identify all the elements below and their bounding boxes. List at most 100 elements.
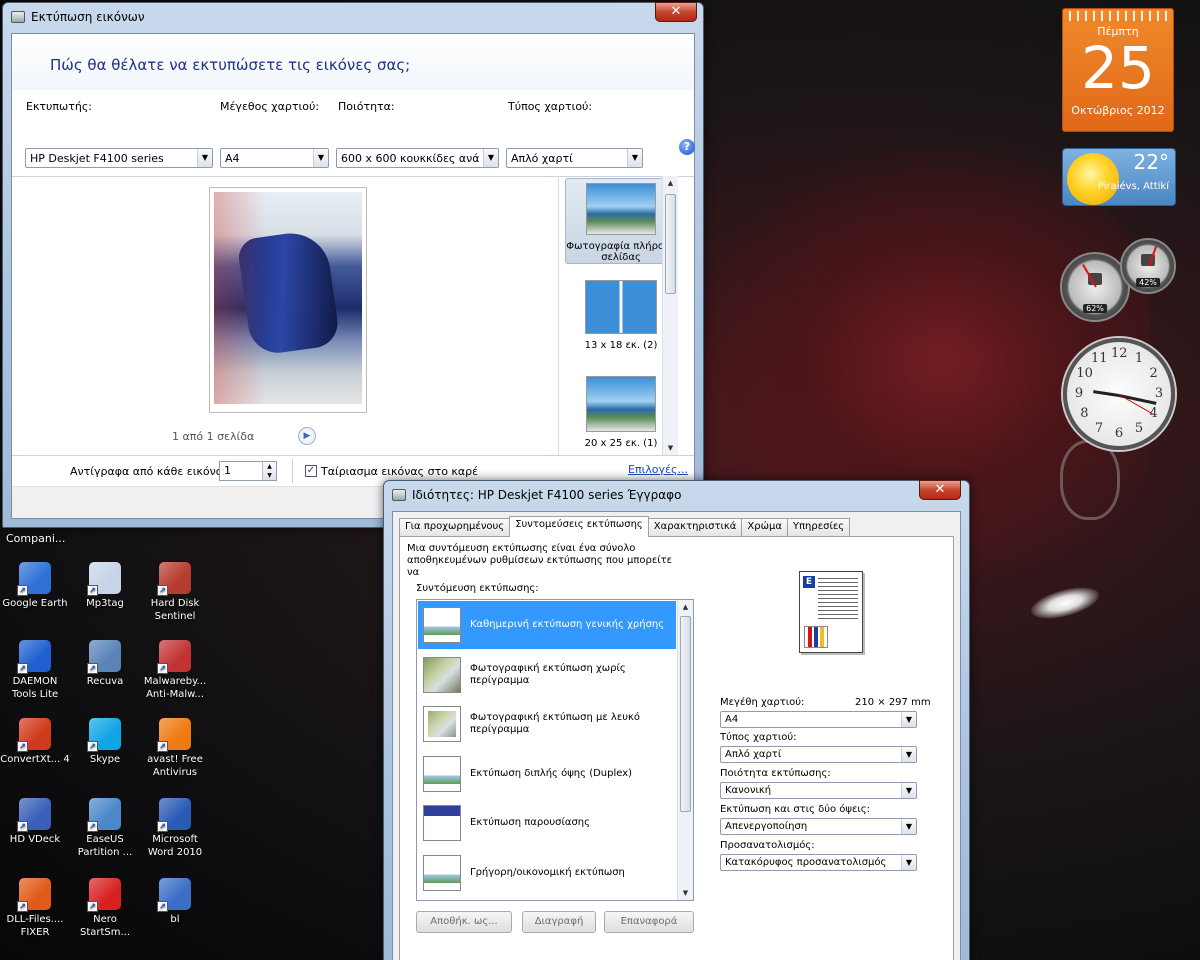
desktop-icon[interactable]: ↗ Skype	[70, 718, 140, 766]
scroll-up-arrow[interactable]: ▲	[663, 176, 678, 190]
bordered-photo-icon	[423, 706, 461, 742]
shortcut-item[interactable]: Φωτογραφική εκτύπωση με λευκό περίγραμμα	[418, 700, 676, 748]
paper-type-select[interactable]: Απλό χαρτί ▼	[720, 746, 917, 763]
desktop-icon[interactable]: ↗ Malwareby... Anti-Malw...	[140, 640, 210, 701]
shortcut-arrow-icon: ↗	[87, 663, 98, 674]
desktop-icon[interactable]: ↗ Hard Disk Sentinel	[140, 562, 210, 623]
shortcut-label: Εκτύπωση διπλής όψης (Duplex)	[470, 767, 633, 779]
shortcut-item[interactable]: Καθημερινή εκτύπωση γενικής χρήσης	[418, 601, 676, 649]
scroll-thumb[interactable]	[665, 194, 676, 294]
desktop-icon[interactable]: ↗ HD VDeck	[0, 798, 70, 846]
weather-gadget[interactable]: 22° Piraiévs, Attikí	[1062, 148, 1176, 206]
scroll-down-arrow[interactable]: ▼	[663, 441, 678, 455]
scroll-thumb[interactable]	[680, 616, 691, 812]
calendar-gadget[interactable]: Πέμπτη 25 Οκτώβριος 2012	[1062, 8, 1174, 132]
quality-select[interactable]: 600 x 600 κουκκίδες ανά ίντσ ▼	[336, 148, 499, 168]
tab-3[interactable]: Χρώμα	[741, 518, 788, 537]
scroll-up-arrow[interactable]: ▲	[678, 600, 693, 614]
desktop-icon-partial-label[interactable]: Compani...	[6, 532, 65, 545]
desktop-icon[interactable]: ↗ Nero StartSm...	[70, 878, 140, 939]
layout-thumbnail	[586, 183, 656, 235]
chevron-down-icon: ▼	[901, 855, 916, 870]
layout-item-full-page[interactable]: Φωτογραφία πλήρους σελίδας	[565, 178, 677, 264]
tab-0[interactable]: Για προχωρημένους	[399, 518, 511, 537]
desktop-icon[interactable]: ↗ Microsoft Word 2010	[140, 798, 210, 859]
desktop-icon[interactable]: ↗ DAEMON Tools Lite	[0, 640, 70, 701]
layout-scrollbar[interactable]: ▲ ▼	[662, 176, 678, 455]
delete-button[interactable]: Διαγραφή	[522, 911, 596, 933]
clock-gadget[interactable]: 121234567891011	[1063, 338, 1175, 450]
shortcut-arrow-icon: ↗	[87, 901, 98, 912]
clock-number: 7	[1094, 420, 1104, 436]
tab-4[interactable]: Υπηρεσίες	[786, 518, 851, 537]
document-e-icon: E	[803, 576, 815, 588]
desktop-icon-label: Recuva	[86, 676, 124, 687]
avast-icon: ↗	[157, 718, 191, 752]
clock-number: 12	[1111, 346, 1128, 361]
paper-size-label: Μέγεθος χαρτιού:	[220, 100, 320, 113]
desktop-icon[interactable]: ↗ bl	[140, 878, 210, 926]
shortcut-list[interactable]: Γρήγορη/οικονομική εκτύπωση Εκτύπωση παρο…	[416, 599, 694, 901]
memory-value: 42%	[1136, 277, 1160, 287]
desktop-icon-label: ConvertXt... 4	[0, 754, 70, 765]
scroll-down-arrow[interactable]: ▼	[678, 886, 693, 900]
printer-icon	[11, 11, 25, 23]
save-as-button[interactable]: Αποθήκ. ως...	[416, 911, 512, 933]
window-titlebar[interactable]: Εκτύπωση εικόνων	[3, 3, 703, 31]
desktop-icon[interactable]: ↗ Google Earth	[0, 562, 70, 610]
desktop-icon[interactable]: ↗ ConvertXt... 4	[0, 718, 70, 766]
paper-type-label: Τύπος χαρτιού:	[720, 732, 797, 743]
layout-item-20x25[interactable]: 20 x 25 εκ. (1)	[565, 372, 677, 450]
desktop-icon-label: Malwareby... Anti-Malw...	[143, 676, 207, 700]
shortcut-arrow-icon: ↗	[87, 741, 98, 752]
layout-item-13x18[interactable]: 13 x 18 εκ. (2)	[565, 276, 677, 354]
desktop-icon[interactable]: ↗ DLL-Files.... FIXER	[0, 878, 70, 939]
print-quality-label: Ποιότητα εκτύπωσης:	[720, 768, 831, 779]
memory-meter-gadget[interactable]: 42%	[1120, 238, 1176, 294]
fit-picture-checkbox[interactable]: ✓	[305, 465, 317, 477]
options-link[interactable]: Επιλογές...	[628, 463, 688, 476]
shortcut-arrow-icon: ↗	[17, 741, 28, 752]
spinner-arrows[interactable]: ▲ ▼	[262, 462, 276, 480]
dialog-titlebar[interactable]: Ιδιότητες: HP Deskjet F4100 series Έγγρα…	[384, 481, 969, 509]
desktop-icon[interactable]: ↗ EaseUS Partition ...	[70, 798, 140, 859]
dialog-body: Για προχωρημένους Συντομεύσεις εκτύπωσης Χ…	[392, 511, 961, 960]
help-icon[interactable]: ?	[679, 139, 695, 155]
printer-select[interactable]: HP Deskjet F4100 series ▼	[25, 148, 213, 168]
paper-size-select[interactable]: A4 ▼	[720, 711, 917, 728]
tab-1[interactable]: Συντομεύσεις εκτύπωσης	[509, 516, 649, 537]
setup-icon: ↗	[157, 878, 191, 912]
shortcut-item[interactable]: Εκτύπωση παρουσίασης	[418, 799, 676, 847]
print-quality-select[interactable]: Κανονική ▼	[720, 782, 917, 799]
copies-spinner[interactable]: 1 ▲ ▼	[219, 461, 277, 481]
orientation-select[interactable]: Κατακόρυφος προσανατολισμός ▼	[720, 854, 917, 871]
player-icon: ↗	[17, 798, 51, 832]
shortcut-description: Μια συντόμευση εκτύπωσης είναι ένα σύνολ…	[407, 543, 673, 578]
shortcut-list-scrollbar[interactable]: ▲ ▼	[677, 600, 693, 900]
desktop-icon[interactable]: ↗ avast! Free Antivirus	[140, 718, 210, 779]
tab-2[interactable]: Χαρακτηριστικά	[647, 518, 743, 537]
document-icon	[423, 607, 461, 643]
shortcut-item[interactable]: Φωτογραφική εκτύπωση χωρίς περίγραμμα	[418, 651, 676, 699]
desktop-icon[interactable]: ↗ Mp3tag	[70, 562, 140, 610]
shortcut-label: Εκτύπωση παρουσίασης	[470, 817, 590, 828]
tab-panel-shortcuts: Μια συντόμευση εκτύπωσης είναι ένα σύνολ…	[399, 536, 954, 960]
close-button[interactable]: ✕	[655, 2, 697, 22]
presentation-icon	[423, 805, 461, 841]
next-page-button[interactable]: ▶	[298, 427, 316, 445]
globe-icon: ↗	[17, 562, 51, 596]
reset-button[interactable]: Επαναφορά	[604, 911, 694, 933]
shortcut-item[interactable]: Εκτύπωση διπλής όψης (Duplex)	[418, 750, 676, 798]
shortcut-item[interactable]: Γρήγορη/οικονομική εκτύπωση	[418, 849, 676, 897]
layout-label: Φωτογραφία πλήρους σελίδας	[566, 241, 676, 263]
divider	[292, 459, 293, 483]
paper-type-select[interactable]: Απλό χαρτί ▼	[506, 148, 643, 168]
duplex-icon	[423, 755, 461, 792]
shortcut-arrow-icon: ↗	[157, 741, 168, 752]
close-button[interactable]: ✕	[919, 480, 961, 500]
paper-type-value: Απλό χαρτί	[511, 152, 573, 165]
desktop-icon[interactable]: ↗ Recuva	[70, 640, 140, 688]
paper-size-select[interactable]: A4 ▼	[220, 148, 329, 168]
duplex-select[interactable]: Απενεργοποίηση ▼	[720, 818, 917, 835]
chevron-down-icon: ▼	[901, 712, 916, 727]
